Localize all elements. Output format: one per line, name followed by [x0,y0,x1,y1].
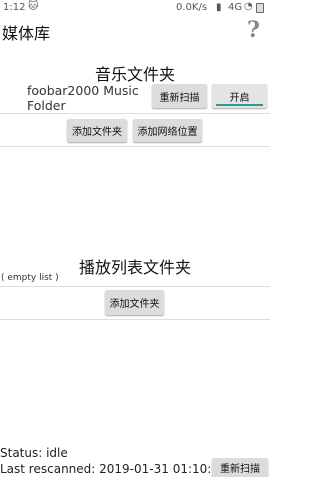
page-title: 媒体库 [2,24,51,43]
folder-enable-toggle[interactable]: 开启 [212,84,267,108]
status-network-type: 4G [228,2,243,13]
rescan-folder-button[interactable]: 重新扫描 [152,84,207,108]
empty-list-text: ( empty list ) [1,273,59,283]
status-time: 1:12 [3,2,26,13]
music-folders-heading: 音乐文件夹 [94,65,175,84]
divider [0,319,270,320]
status-bar: 1:12 🐱 0.0K/s ▮ 4G ◔ [0,0,270,17]
help-icon[interactable]: ? [247,17,260,43]
status-text: Status: idle [0,446,68,460]
add-network-location-button[interactable]: 添加网络位置 [133,119,202,142]
last-rescanned-text: Last rescanned: 2019-01-31 01:10:02 [0,462,227,476]
wifi-icon: ◔ [244,1,253,12]
cat-icon: 🐱 [28,1,39,12]
add-playlist-folder-button[interactable]: 添加文件夹 [105,290,164,315]
battery-icon [256,3,264,13]
divider [0,113,270,114]
music-folder-name: foobar2000 Music Folder [27,83,139,113]
add-music-folder-button[interactable]: 添加文件夹 [67,119,127,142]
divider [0,146,270,147]
divider [0,286,270,287]
status-network-speed: 0.0K/s [176,2,208,13]
signal-icon: ▮ [216,2,222,13]
rescan-all-button[interactable]: 重新扫描 [212,458,268,477]
